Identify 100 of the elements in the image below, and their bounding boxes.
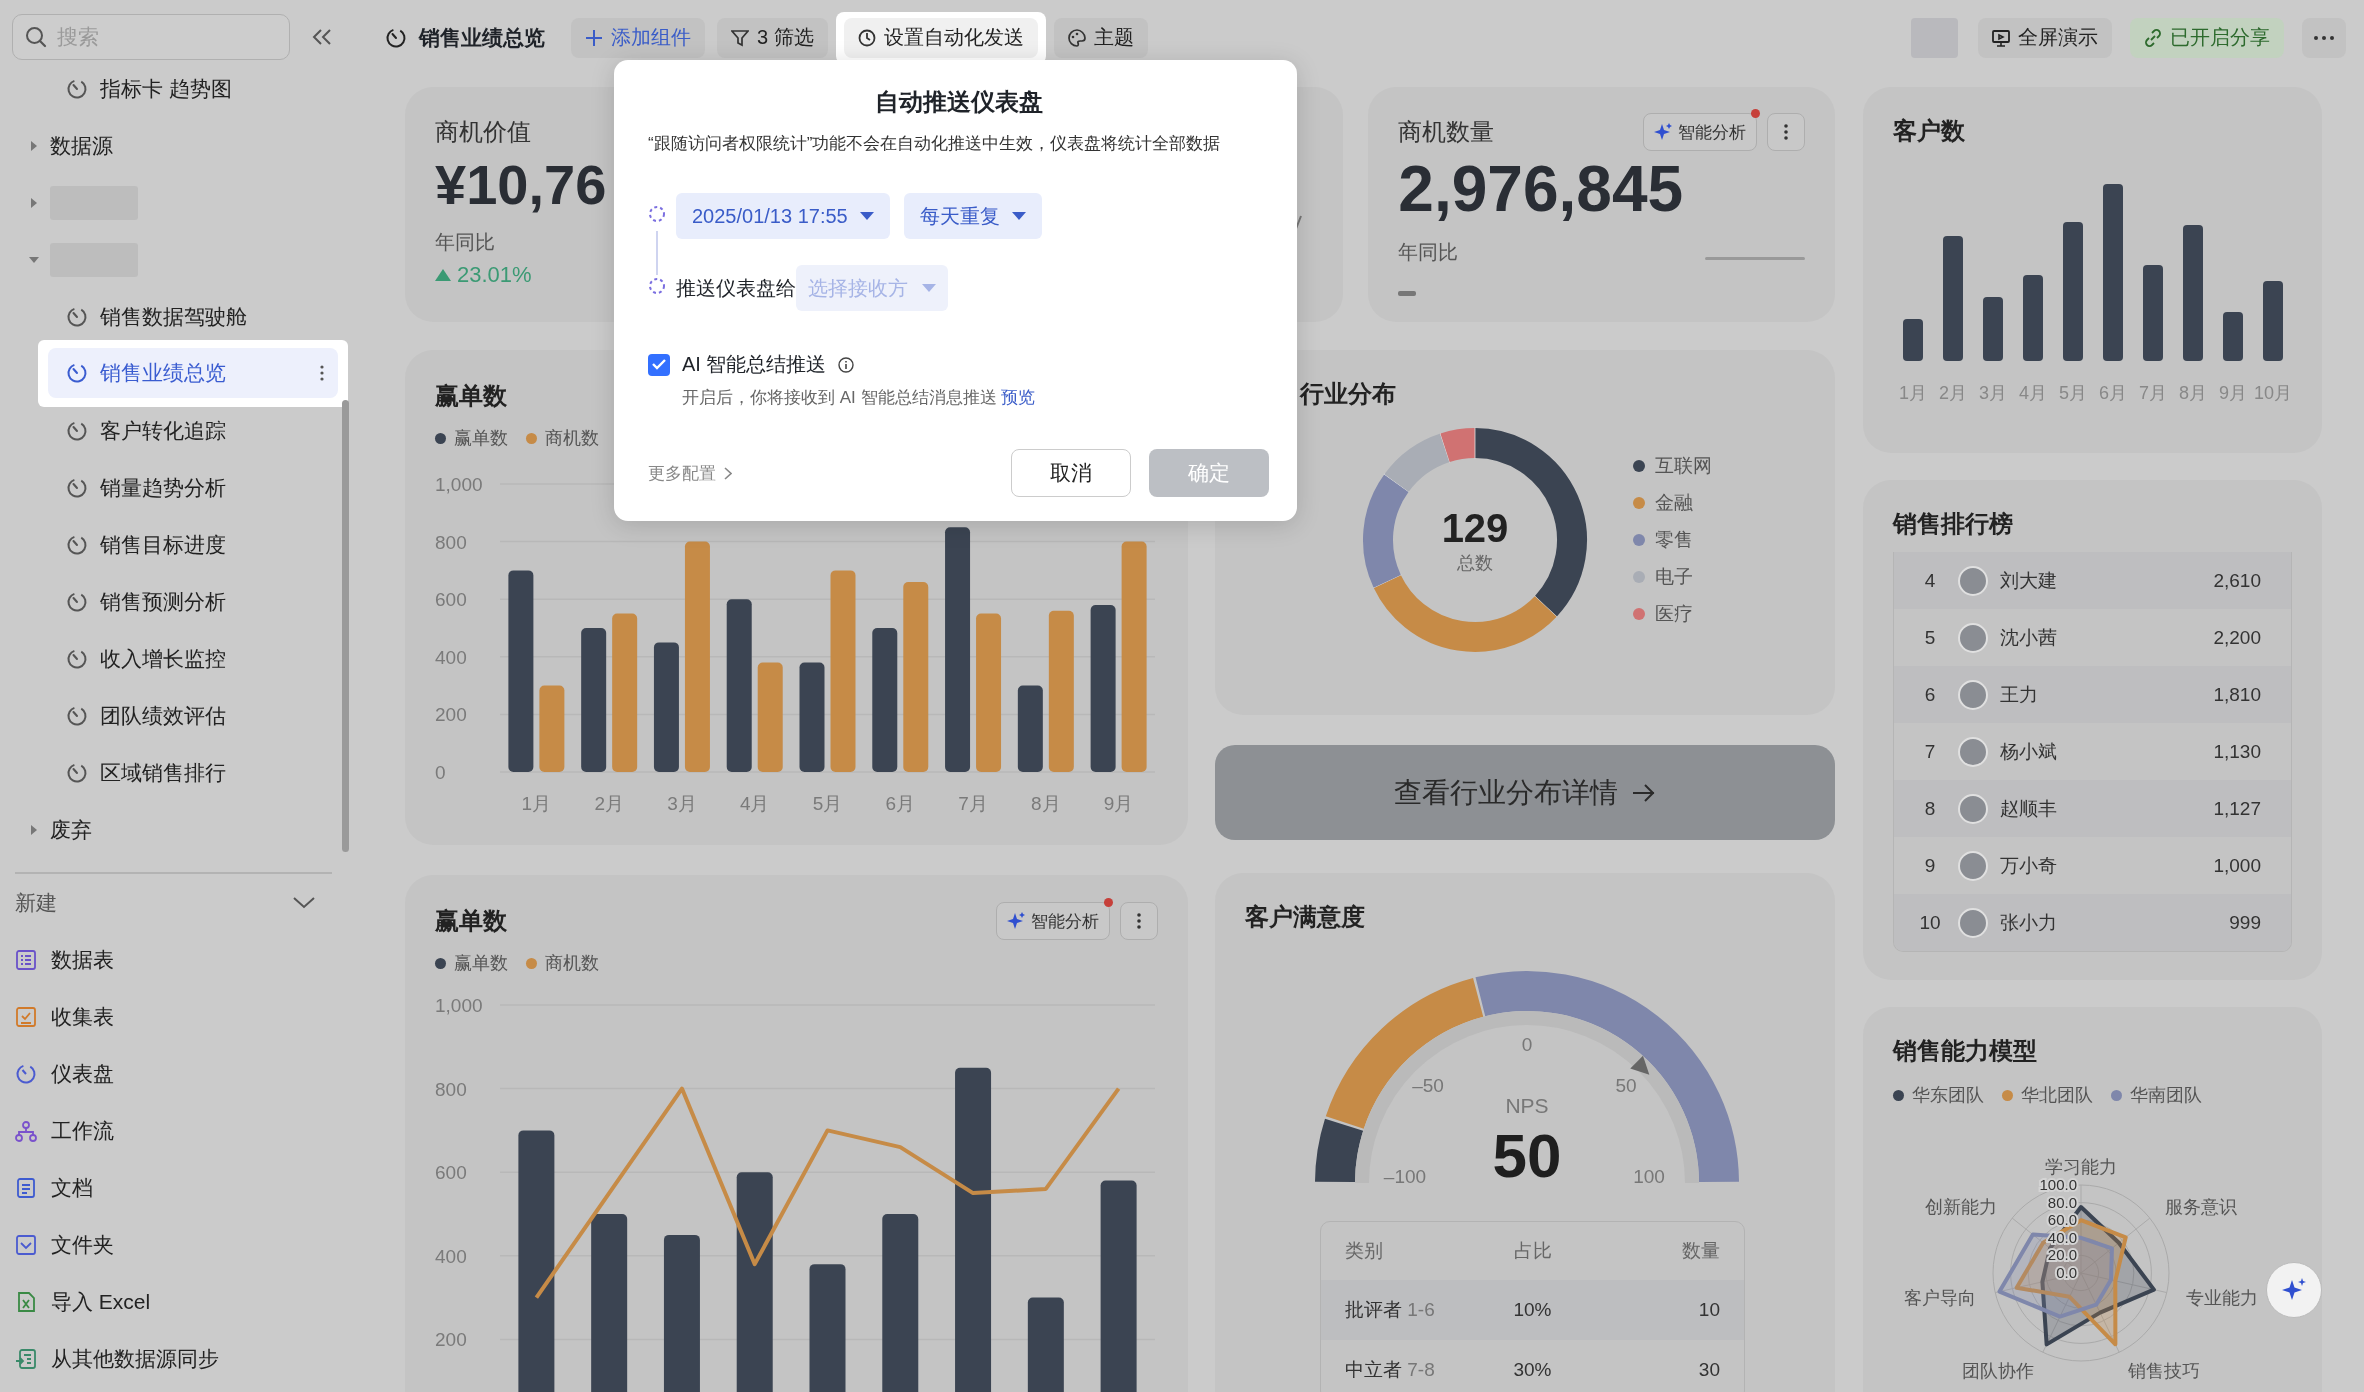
axis-label: 800 (435, 531, 467, 553)
menu-item[interactable]: 收集表 (0, 988, 350, 1045)
dialog-note: “跟随访问者权限统计”功能不会在自动化推送中生效，仪表盘将统计全部数据 (648, 133, 1222, 155)
form-icon (15, 1005, 37, 1028)
cancel-button[interactable]: 取消 (1011, 449, 1131, 497)
sidebar-item[interactable]: 客户转化追踪 (48, 405, 338, 456)
legend-label: 商机数 (545, 427, 599, 450)
axis-label: 400 (435, 646, 467, 668)
checkbox[interactable] (648, 353, 670, 376)
field-label: 推送仪表盘给 (676, 275, 796, 301)
toolbar-button[interactable]: 3 筛选 (717, 17, 828, 58)
caret-icon (922, 283, 936, 293)
axis-label: 20.0 (2047, 1246, 2077, 1264)
dashboard-icon (66, 77, 88, 100)
details-button[interactable]: 查看行业分布详情 (1215, 745, 1835, 840)
table-cell-text: 10% (1512, 1299, 1553, 1321)
axis-label: 200 (435, 704, 467, 726)
person-name: 赵顺丰 (2000, 796, 2058, 821)
sidebar-item[interactable]: 销量趋势分析 (48, 462, 338, 513)
axis-label: 专业能力 (2185, 1287, 2258, 1308)
more-icon (2314, 35, 2334, 40)
tree-item[interactable]: 数据源 (0, 117, 350, 174)
recipient-dropdown[interactable]: 选择接收方 (796, 265, 948, 311)
dashboard-icon (66, 590, 88, 613)
toolbar-button[interactable]: 全屏演示 (1978, 17, 2112, 58)
total-value: 129 (1441, 505, 1509, 551)
rank-number: 8 (1923, 797, 1937, 820)
card-title: 赢单数 (435, 381, 507, 411)
ai-analysis-button[interactable]: 智能分析 (1643, 113, 1757, 151)
score: 2,610 (2213, 569, 2261, 592)
sidebar-item[interactable]: 销售目标进度 (48, 519, 338, 570)
workflow-icon (15, 1119, 37, 1142)
dash-icon (1398, 290, 1417, 296)
preview-link[interactable]: 预览 (1001, 388, 1036, 407)
excel-icon (15, 1290, 37, 1313)
card-title: 赢单数 (435, 906, 507, 936)
menu-item[interactable]: 仪表盘 (0, 1045, 350, 1102)
sidebar-item[interactable]: 收入增长监控 (48, 633, 338, 684)
axis-label: 创新能力 (1925, 1197, 1998, 1218)
sidebar-item[interactable]: 指标卡 趋势图 (48, 63, 338, 114)
repeat-dropdown[interactable]: 每天重复 (903, 193, 1042, 239)
menu-item[interactable]: 文档 (0, 1159, 350, 1216)
sidebar-item[interactable]: 销售业绩总览 (48, 348, 338, 398)
legend-label: 华北团队 (2021, 1084, 2093, 1107)
axis-label: 2月 (1939, 383, 1967, 403)
sidebar-item[interactable]: 团队绩效评估 (48, 690, 338, 741)
table-cell-text: 30 (1697, 1359, 1720, 1381)
avatar (1958, 793, 1988, 824)
axis-label: 40.0 (2047, 1228, 2077, 1246)
dashboard-icon (15, 1062, 37, 1085)
caret-icon (1011, 211, 1026, 221)
bar (1903, 319, 1923, 361)
more-settings-link[interactable]: 更多配置 (648, 461, 732, 485)
menu-item[interactable]: 文件夹 (0, 1216, 350, 1273)
axis-label: 800 (435, 1078, 467, 1100)
column-header: 数量 (1681, 1239, 1720, 1263)
menu-item[interactable]: 工作流 (0, 1102, 350, 1159)
step-icon (648, 277, 666, 295)
legend-label: 医疗 (1655, 602, 1693, 626)
score: 999 (2229, 911, 2261, 934)
more-icon[interactable] (320, 365, 324, 381)
menu-item[interactable]: 数据表 (0, 931, 350, 988)
more-button[interactable] (1767, 113, 1805, 151)
table-cell-text: 批评者 1-6 (1345, 1298, 1436, 1322)
toolbar-button[interactable]: 主题 (1053, 17, 1148, 58)
axis-label: 8月 (1031, 793, 1061, 814)
axis-label: 学习能力 (2045, 1156, 2117, 1177)
tree-item[interactable]: 废弃 (0, 801, 350, 858)
score: 1,127 (2213, 797, 2261, 820)
rank-number: 6 (1923, 683, 1937, 706)
checkbox-label: AI 智能总结推送 (682, 352, 827, 377)
toolbar-button[interactable]: 设置自动化发送 (843, 17, 1038, 58)
step-icon (648, 205, 666, 223)
axis-label: 0.0 (2056, 1264, 2077, 1281)
chevron-icon[interactable] (293, 896, 315, 909)
avatar (1958, 679, 1988, 710)
link-icon (2144, 28, 2162, 47)
sidebar-item[interactable]: 区域销售排行 (48, 747, 338, 798)
recipient-input[interactable]: 选择接收方 (808, 276, 918, 300)
sidebar-item[interactable]: 销售数据驾驶舱 (48, 291, 338, 342)
axis-label: 600 (435, 589, 467, 611)
more-button[interactable] (2302, 17, 2346, 58)
sidebar-item[interactable]: 销售预测分析 (48, 576, 338, 627)
axis-label: 6月 (2099, 383, 2127, 403)
axis-label: 客户导向 (1904, 1287, 1977, 1308)
menu-item[interactable]: 导入 Excel (0, 1273, 350, 1330)
axis-label: 80.0 (2047, 1193, 2077, 1211)
axis-label: 50 (1615, 1075, 1637, 1096)
sync-icon (15, 1347, 37, 1370)
scrollbar[interactable] (342, 400, 349, 852)
palette-icon (1067, 28, 1086, 47)
ai-analysis-button[interactable]: 智能分析 (996, 902, 1110, 940)
chevron-icon (724, 466, 732, 480)
collapse-icon[interactable] (312, 28, 332, 46)
axis-label: 0 (435, 762, 446, 783)
date-dropdown[interactable]: 2025/01/13 17:55 (676, 193, 890, 239)
menu-item[interactable]: 从其他数据源同步 (0, 1330, 350, 1387)
legend-label: 赢单数 (454, 952, 508, 975)
toolbar-button[interactable]: 已开启分享 (2130, 17, 2284, 58)
more-button[interactable] (1120, 902, 1158, 940)
